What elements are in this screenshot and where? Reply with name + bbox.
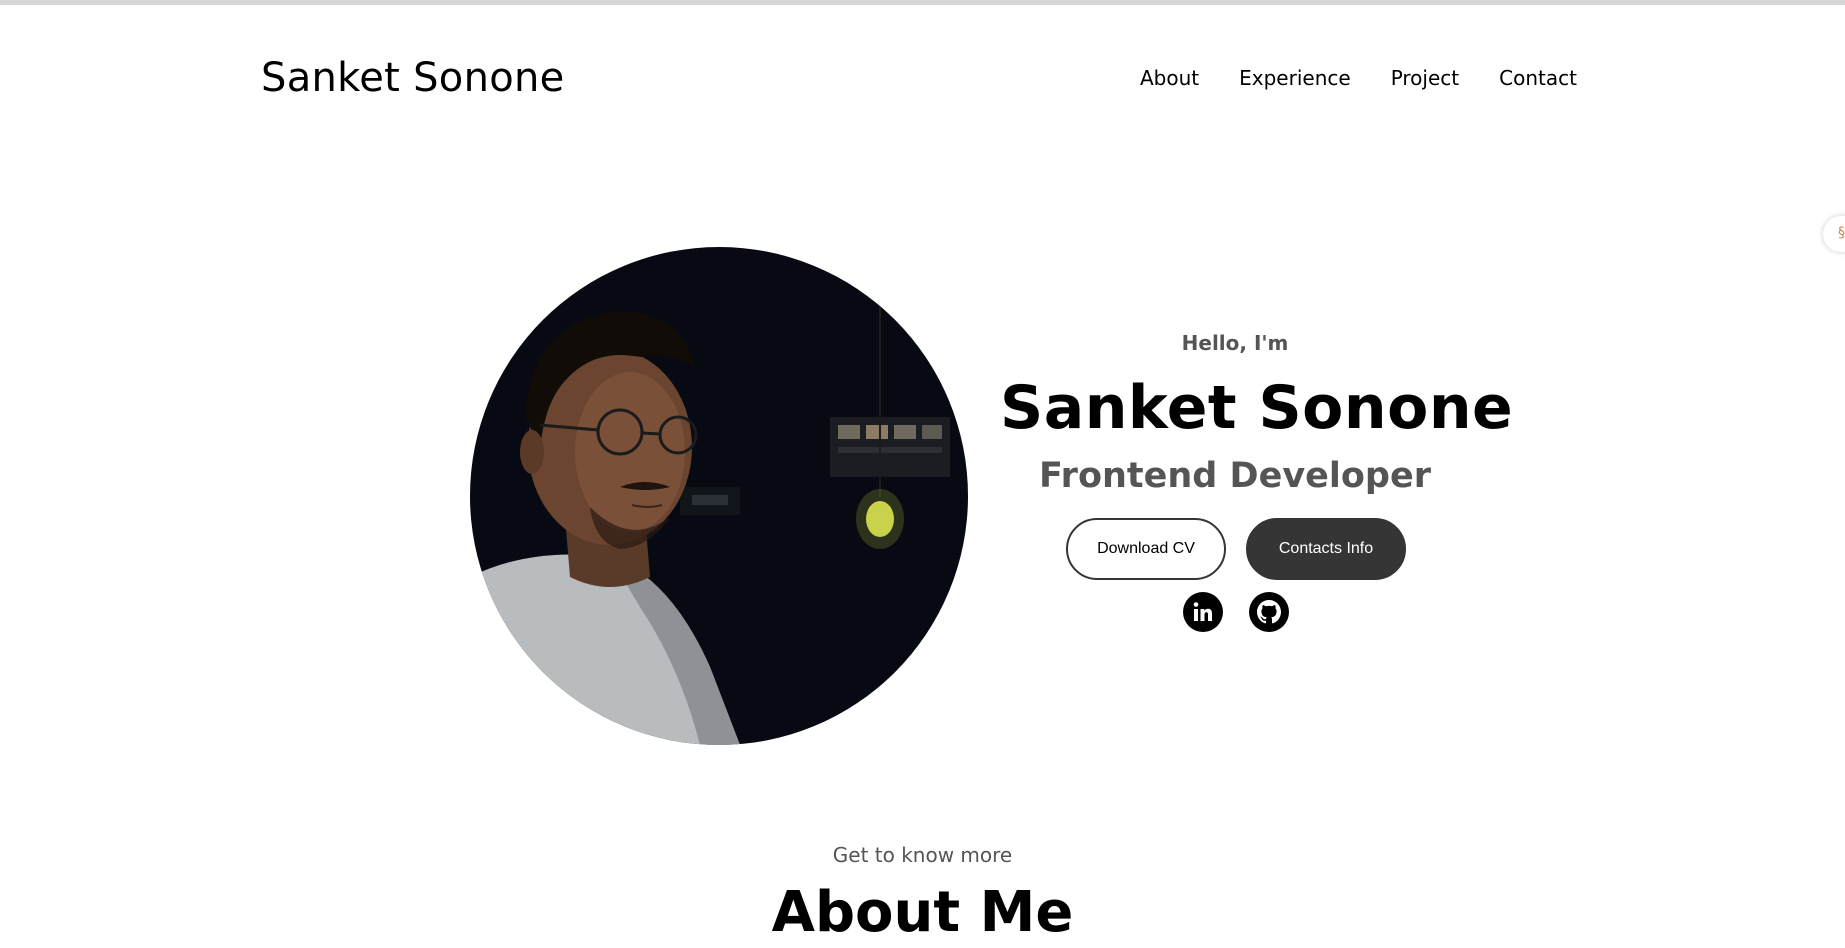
github-icon[interactable] (1249, 592, 1289, 632)
hero-greeting: Hello, I'm (1181, 331, 1289, 355)
hero-name: Sanket Sonone (1000, 373, 1514, 443)
side-floating-widget[interactable]: § (1823, 216, 1845, 252)
nav-link-contact[interactable]: Contact (1499, 66, 1577, 90)
nav-link-project[interactable]: Project (1391, 66, 1459, 90)
social-links (1183, 592, 1289, 632)
profile-picture (470, 247, 968, 745)
hero-buttons: Download CV Contacts Info (1066, 518, 1406, 580)
about-subtitle: Get to know more (832, 843, 1013, 867)
site-logo[interactable]: Sanket Sonone (261, 55, 565, 101)
about-title: About Me (771, 880, 1074, 945)
nav-links: About Experience Project Contact (1140, 66, 1577, 90)
nav-link-experience[interactable]: Experience (1239, 66, 1351, 90)
hero-text-block: Hello, I'm Sanket Sonone Frontend Develo… (1000, 328, 1514, 502)
widget-icon: § (1838, 225, 1845, 241)
download-cv-button[interactable]: Download CV (1066, 518, 1226, 580)
linkedin-icon[interactable] (1183, 592, 1223, 632)
hero-role: Frontend Developer (1039, 456, 1431, 496)
contacts-info-button[interactable]: Contacts Info (1246, 518, 1406, 580)
page-top-border (0, 0, 1845, 5)
nav-link-about[interactable]: About (1140, 66, 1199, 90)
